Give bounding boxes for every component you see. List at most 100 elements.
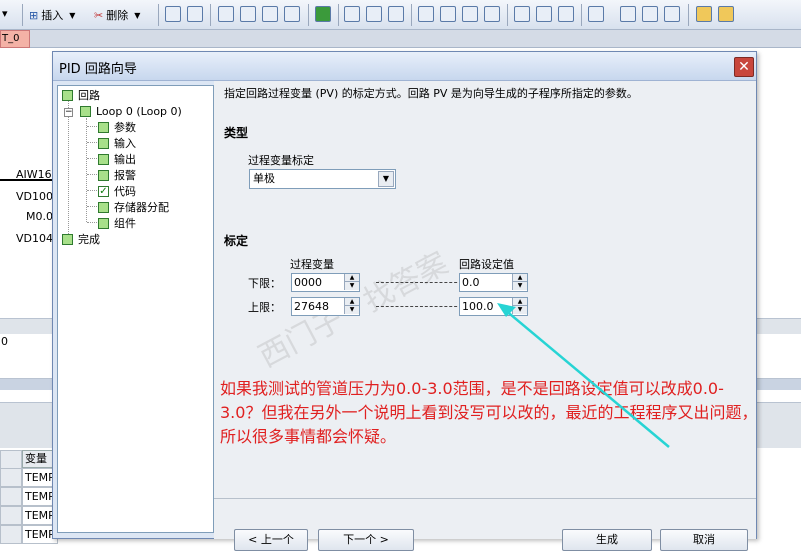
row-number [0,450,22,469]
row-number [0,468,22,487]
spin-up-icon[interactable]: ▲ [512,274,527,282]
spin-up-icon[interactable]: ▲ [344,274,359,282]
lock-icon[interactable] [366,6,382,22]
sp-low-input[interactable]: 0.0 ▲ ▼ [459,273,528,292]
edit-icon[interactable] [664,6,680,22]
pv-high-input[interactable]: 27648 ▲ ▼ [291,297,360,316]
coil-icon[interactable] [536,6,552,22]
toolbar-separator [22,4,23,26]
tree-item-parameters[interactable]: 参数 [98,119,136,135]
sp-high-input[interactable]: 100.0 ▲ ▼ [459,297,528,316]
toolbar-tool-icon[interactable] [218,6,234,22]
delete-button[interactable]: ✂ 删除 ▼ [94,5,140,25]
status-icon [98,217,109,229]
sp-column-label: 回路设定值 [459,258,514,271]
compile-icon[interactable] [315,6,331,22]
toolbar-tool-icon[interactable] [240,6,256,22]
low-limit-label: 下限： [248,277,281,290]
delete-icon: ✂ [94,8,104,22]
insert-button[interactable]: ⊞ 插入 ▼ [29,5,75,25]
button-divider [214,498,756,499]
toolbar-separator [581,4,582,26]
tree-item-alarms[interactable]: 报警 [98,167,136,183]
insert-icon: ⊞ [29,8,39,22]
tree-item-output[interactable]: 输出 [98,151,136,167]
tree-item-label: 参数 [114,121,136,134]
spin-up-icon[interactable]: ▲ [512,298,527,306]
chevron-down-icon: ▼ [134,10,141,20]
generate-button[interactable]: 生成 [562,529,652,551]
operand-label: M0.0 [26,210,53,223]
page-description: 指定回路过程变量 (PV) 的标定方式。回路 PV 是为向导生成的子程序所指定的… [224,87,638,100]
tab-t0[interactable]: T_0 [0,30,30,48]
spin-down-icon[interactable]: ▼ [512,306,527,314]
arrow-right-icon[interactable] [484,6,500,22]
tree-item-memory[interactable]: 存储器分配 [98,199,169,215]
status-icon [62,233,73,245]
status-icon [98,137,109,149]
tree-guide [87,174,97,175]
pv-column-label: 过程变量 [290,258,334,271]
status-icon [98,201,109,213]
status-icon [98,169,109,181]
tree-item-label: 组件 [114,217,136,230]
pv-low-input[interactable]: 0000 ▲ ▼ [291,273,360,292]
delete-label: 删除 [106,9,129,22]
toolbar-separator [411,4,412,26]
row-number [0,525,22,544]
dialog-title-bar[interactable]: PID 回路向导 ✕ [53,52,756,81]
dialog-title: PID 回路向导 [59,62,137,77]
row-number [0,506,22,525]
tree-item-label: 完成 [78,233,100,246]
block-icon[interactable] [588,6,604,22]
pv-scaling-select[interactable]: 单极 ▼ [249,169,396,189]
spin-down-icon[interactable]: ▼ [344,306,359,314]
tree-guide [87,158,97,159]
cancel-button[interactable]: 取消 [660,529,748,551]
wizard-tree: 回路 − Loop 0 (Loop 0) 参数 输入 输出 报警 ✓ 代码 存储… [57,85,214,533]
arrow-up-icon[interactable] [462,6,478,22]
tree-item-label: 输入 [114,137,136,150]
tree-item-input[interactable]: 输入 [98,135,136,151]
scaling-heading: 标定 [224,234,249,248]
checkmark-icon: ✓ [98,185,109,197]
next-button[interactable]: 下一个 > [318,529,414,551]
tree-item-code[interactable]: ✓ 代码 [98,183,136,199]
chevron-down-icon[interactable]: ▼ [378,171,394,187]
table-icon[interactable] [620,6,636,22]
document-icon[interactable] [718,6,734,22]
tree-item-loop[interactable]: Loop 0 (Loop 0) [80,103,182,119]
tree-guide [68,100,69,240]
collapse-icon[interactable]: − [64,108,73,117]
tree-guide [87,190,97,191]
close-button[interactable]: ✕ [734,57,754,77]
tree-item-components[interactable]: 组件 [98,215,136,231]
tree-item-finish[interactable]: 完成 [62,231,100,247]
prev-button[interactable]: < 上一个 [234,529,308,551]
toolbar-tool-icon[interactable] [165,6,181,22]
toolbar-separator [338,4,339,26]
arrow-down-icon[interactable] [440,6,456,22]
toolbar-tool-icon[interactable] [284,6,300,22]
chevron-down-icon: ▼ [69,10,76,20]
value-cell: 0 [1,335,8,348]
toolbar-tool-icon[interactable] [187,6,203,22]
edit-icon[interactable] [642,6,658,22]
wizard-page: 西门子 · 找答案 指定回路过程变量 (PV) 的标定方式。回路 PV 是为向导… [214,81,757,551]
lock-icon[interactable] [344,6,360,22]
toolbar-tool-icon[interactable] [262,6,278,22]
box-icon[interactable] [558,6,574,22]
unlock-icon[interactable] [388,6,404,22]
contact-icon[interactable] [514,6,530,22]
spin-down-icon[interactable]: ▼ [344,282,359,290]
operand-label: VD100 [16,190,53,203]
key-icon[interactable] [696,6,712,22]
pv-scaling-label: 过程变量标定 [248,154,314,167]
status-icon [98,153,109,165]
sp-high-value: 100.0 [462,300,494,313]
network-icon[interactable] [418,6,434,22]
spin-down-icon[interactable]: ▼ [512,282,527,290]
tree-item-root[interactable]: 回路 [62,87,100,103]
spin-up-icon[interactable]: ▲ [344,298,359,306]
tree-item-label: 存储器分配 [114,201,169,214]
